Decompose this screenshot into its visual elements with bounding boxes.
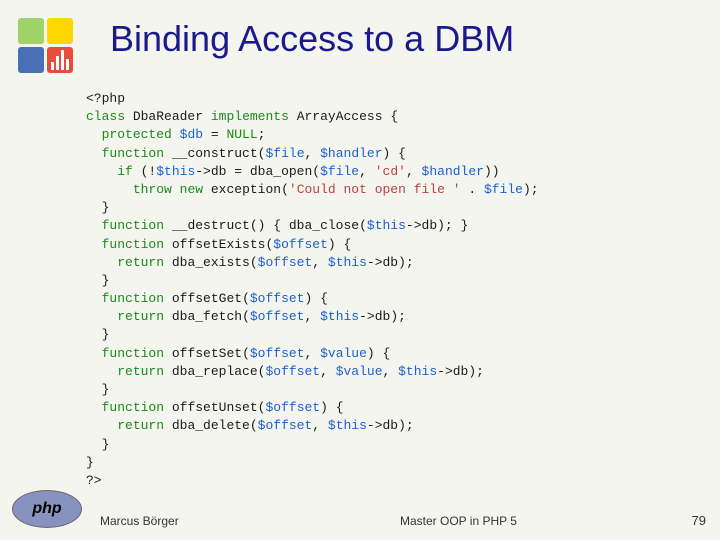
slide-title: Binding Access to a DBM <box>110 18 514 60</box>
footer-title: Master OOP in PHP 5 <box>400 514 517 528</box>
logo-square-red <box>47 47 73 73</box>
php-logo-icon: php <box>12 490 82 528</box>
logo-square-green <box>18 18 44 44</box>
logo-square-blue <box>18 47 44 73</box>
footer-author: Marcus Börger <box>100 514 179 528</box>
logo-square-yellow <box>47 18 73 44</box>
code-block: <?php class DbaReader implements ArrayAc… <box>86 90 539 490</box>
slide-logo <box>18 18 73 73</box>
footer-page-number: 79 <box>692 513 706 528</box>
